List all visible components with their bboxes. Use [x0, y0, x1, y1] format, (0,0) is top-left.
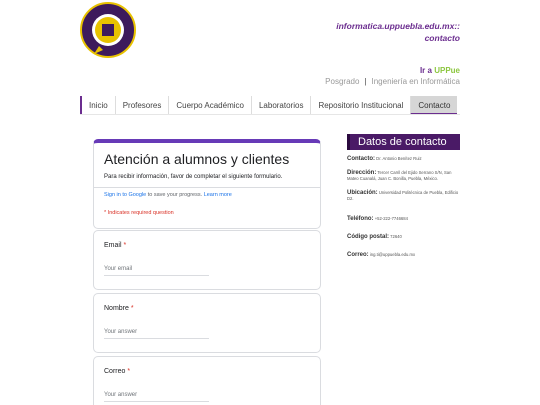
- contact-row-contacto: Contacto: Dr. Antonio Benítez Ruiz: [347, 156, 460, 162]
- correo-input[interactable]: Your answer: [104, 392, 209, 402]
- contact-row-correo: Correo: ing.ti@uppuebla.edu.mx: [347, 252, 460, 258]
- go-to-uppue-link[interactable]: Ir a UPPue: [420, 66, 460, 75]
- posgrado-link[interactable]: Posgrado: [325, 77, 359, 86]
- contact-label: Teléfono:: [347, 216, 374, 222]
- site-title-domain: informatica.uppuebla.edu.mx::: [336, 21, 460, 31]
- question-label: Correo *: [104, 368, 130, 375]
- contact-value: +52-222-7746684: [373, 216, 408, 221]
- question-card-email: Email * Your email: [93, 230, 321, 290]
- question-label-text: Nombre: [104, 305, 129, 312]
- signin-text: to save your progress.: [146, 192, 204, 198]
- required-star: *: [127, 368, 131, 375]
- site-title: informatica.uppuebla.edu.mx:: contacto: [336, 20, 460, 44]
- nav-item-repositorio[interactable]: Repositorio Institucional: [310, 96, 410, 115]
- nombre-input[interactable]: Your answer: [104, 329, 209, 339]
- nav-divider: [80, 114, 460, 115]
- nav-item-contacto[interactable]: Contacto: [410, 96, 458, 115]
- contact-value[interactable]: ing.ti@uppuebla.edu.mx: [369, 252, 415, 257]
- university-logo[interactable]: [80, 2, 136, 58]
- contact-value: Dr. Antonio Benítez Ruiz: [375, 156, 422, 161]
- contact-label: Código postal:: [347, 234, 389, 240]
- required-note: * Indicates required question: [104, 210, 174, 216]
- seal-icon: [92, 14, 124, 54]
- uppue-brand: UPPue: [434, 66, 460, 75]
- nav-item-inicio[interactable]: Inicio: [80, 96, 115, 115]
- go-to-prefix: Ir a: [419, 66, 432, 75]
- question-label: Nombre *: [104, 305, 134, 312]
- question-label-text: Correo: [104, 368, 126, 375]
- nav-item-cuerpo-academico[interactable]: Cuerpo Académico: [168, 96, 251, 115]
- form-header-card: Atención a alumnos y clientes Para recib…: [93, 139, 321, 229]
- signin-notice: Sign in to Google to save your progress.…: [104, 192, 232, 198]
- required-star: *: [123, 242, 127, 249]
- contact-row-ubicacion: Ubicación: Universidad Politécnica de Pu…: [347, 190, 460, 202]
- main-nav: Inicio Profesores Cuerpo Académico Labor…: [80, 96, 460, 115]
- contact-value: 72640: [389, 234, 402, 239]
- contact-row-codigo-postal: Código postal: 72640: [347, 234, 460, 240]
- contact-label: Correo:: [347, 252, 369, 258]
- question-card-nombre: Nombre * Your answer: [93, 293, 321, 353]
- contact-row-direccion: Dirección: Tercer Carril del Ejido Serra…: [347, 170, 460, 182]
- link-separator: |: [364, 77, 367, 86]
- nav-item-laboratorios[interactable]: Laboratorios: [250, 96, 310, 115]
- contact-row-telefono: Teléfono: +52-222-7746684: [347, 216, 460, 222]
- form-title: Atención a alumnos y clientes: [104, 151, 290, 167]
- secondary-links: Posgrado | Ingeniería en Informática: [325, 77, 460, 86]
- required-star: *: [130, 305, 134, 312]
- signin-link[interactable]: Sign in to Google: [104, 192, 146, 198]
- form-header-divider: [94, 187, 320, 188]
- contact-data-title: Datos de contacto: [347, 134, 460, 150]
- email-input[interactable]: Your email: [104, 266, 209, 276]
- form-description: Para recibir información, favor de compl…: [104, 174, 283, 180]
- learn-more-link[interactable]: Learn more: [204, 192, 232, 198]
- question-card-correo: Correo * Your answer: [93, 356, 321, 405]
- contact-label: Contacto:: [347, 156, 375, 162]
- contact-info: Contacto: Dr. Antonio Benítez Ruiz Direc…: [347, 156, 460, 266]
- ingenieria-link[interactable]: Ingeniería en Informática: [372, 77, 461, 86]
- question-label-text: Email: [104, 242, 122, 249]
- site-title-section: contacto: [424, 33, 460, 43]
- nav-item-profesores[interactable]: Profesores: [114, 96, 169, 115]
- question-label: Email *: [104, 242, 126, 249]
